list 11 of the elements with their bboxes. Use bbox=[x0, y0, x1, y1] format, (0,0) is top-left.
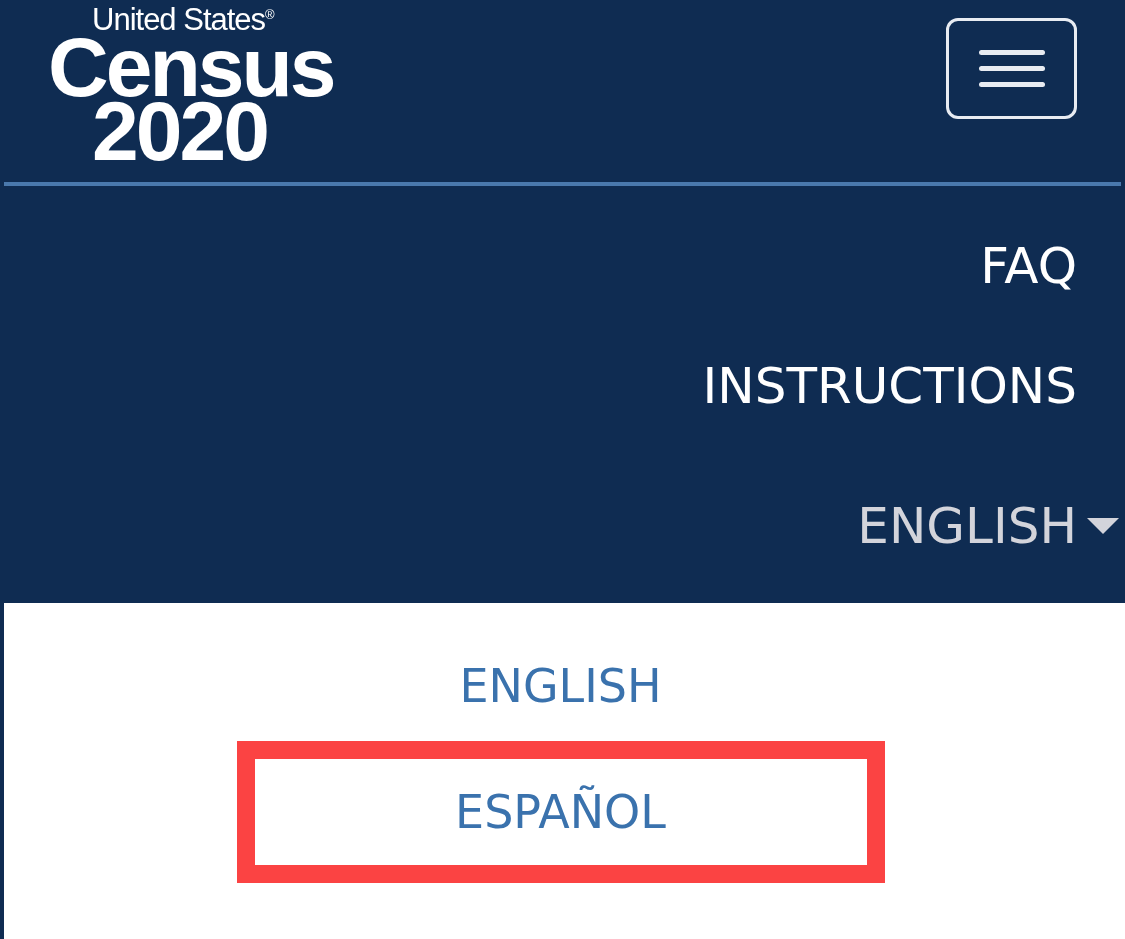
language-dropdown[interactable]: ENGLISH bbox=[857, 496, 1121, 556]
nav-link[interactable]: INSTRUCTIONS bbox=[702, 356, 1077, 416]
nav-link[interactable]: FAQ bbox=[980, 236, 1077, 296]
language-option[interactable]: ESPAÑOL bbox=[236, 741, 885, 883]
logo-text: 2020 bbox=[92, 99, 267, 164]
logo-text: United States$^{®}$ bbox=[92, 1, 276, 36]
language-option[interactable]: ENGLISH bbox=[236, 641, 885, 731]
census-logo[interactable]: United States$^{®}$ Census 2020 bbox=[48, 0, 334, 164]
logo-text: Census bbox=[48, 35, 334, 100]
menu-button[interactable] bbox=[946, 18, 1077, 119]
caret-icon bbox=[1085, 516, 1121, 536]
